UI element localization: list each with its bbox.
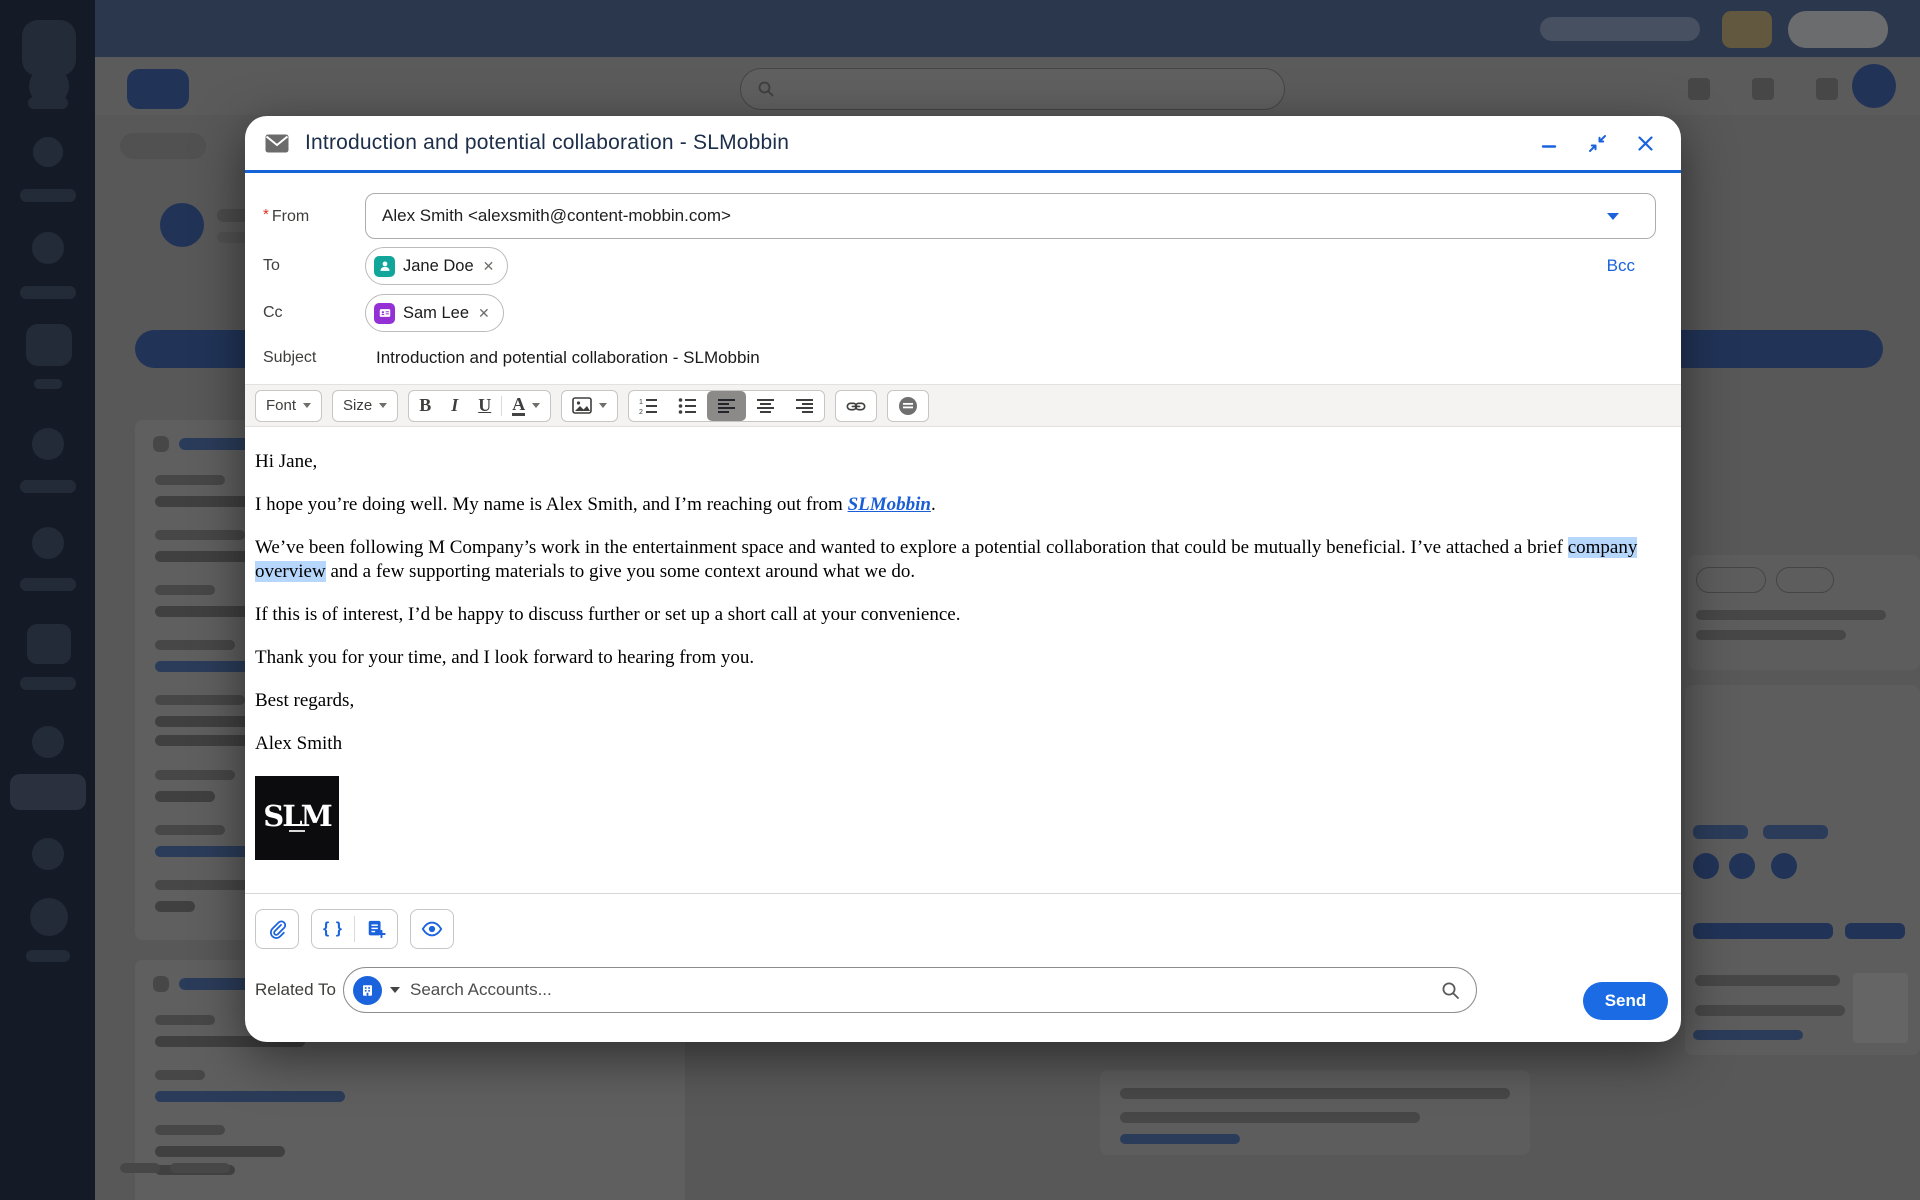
chevron-down-icon[interactable] [390, 987, 400, 993]
envelope-icon [265, 134, 289, 153]
chevron-down-icon [303, 403, 311, 408]
from-row: *From Alex Smith <alexsmith@content-mobb… [245, 193, 1656, 239]
insert-template-button[interactable] [355, 910, 397, 948]
email-compose-modal: Introduction and potential collaboration… [245, 116, 1681, 1042]
cc-row: Cc Sam Lee ✕ [245, 294, 1656, 332]
body-paragraph: Best regards, [255, 689, 1655, 713]
compose-header: Introduction and potential collaboration… [245, 116, 1681, 173]
from-label: *From [245, 206, 365, 226]
svg-text:2: 2 [639, 409, 643, 415]
text-color-button[interactable]: A [502, 391, 550, 421]
insert-image-button[interactable] [561, 390, 618, 422]
related-to-row: Related To Search Accounts... Send [255, 960, 1681, 1020]
required-asterisk: * [263, 206, 269, 223]
from-select[interactable]: Alex Smith <alexsmith@content-mobbin.com… [365, 193, 1656, 239]
cc-chip[interactable]: Sam Lee ✕ [365, 294, 504, 332]
richtext-toolbar: Font Size B I U A [245, 384, 1681, 427]
preview-button[interactable] [410, 909, 454, 949]
email-body-editor[interactable]: Hi Jane, I hope you’re doing well. My na… [245, 427, 1681, 893]
align-center-button[interactable] [746, 391, 785, 421]
body-paragraph: Thank you for your time, and I look forw… [255, 646, 1655, 670]
from-value: Alex Smith <alexsmith@content-mobbin.com… [382, 206, 731, 226]
body-paragraph: Alex Smith [255, 732, 1655, 756]
subject-row: Subject Introduction and potential colla… [245, 345, 1656, 371]
bold-button[interactable]: B [409, 391, 441, 421]
related-to-lookup[interactable]: Search Accounts... [343, 967, 1477, 1013]
search-accounts-input[interactable]: Search Accounts... [410, 980, 1441, 1000]
svg-text:1: 1 [639, 399, 643, 406]
compose-form: *From Alex Smith <alexsmith@content-mobb… [245, 173, 1681, 371]
attach-file-button[interactable] [255, 909, 299, 949]
cc-label: Cc [245, 304, 365, 322]
paperclip-icon [267, 919, 287, 939]
italic-button[interactable]: I [441, 391, 468, 421]
chevron-down-icon [379, 403, 387, 408]
window-controls [1539, 116, 1655, 170]
chevron-down-icon [1607, 213, 1619, 220]
bullet-list-button[interactable] [668, 391, 707, 421]
close-icon[interactable] [1635, 133, 1655, 153]
image-icon [572, 397, 592, 414]
eye-icon [421, 920, 443, 938]
slmobbin-link[interactable]: SLMobbin [848, 494, 931, 515]
bcc-link[interactable]: Bcc [1607, 256, 1635, 276]
size-select[interactable]: Size [332, 390, 398, 422]
numbered-list-button[interactable]: 12 [629, 391, 668, 421]
font-select[interactable]: Font [255, 390, 322, 422]
subject-label: Subject [245, 349, 365, 367]
send-button[interactable]: Send [1583, 982, 1668, 1020]
search-icon [1441, 981, 1460, 1000]
to-row: To Jane Doe ✕ Bcc [245, 247, 1656, 285]
subject-value[interactable]: Introduction and potential collaboration… [365, 348, 760, 368]
account-object-icon[interactable] [353, 976, 382, 1005]
related-to-label: Related To [255, 980, 343, 1000]
merge-template-group: { } [311, 909, 398, 949]
body-paragraph: If this is of interest, I’d be happy to … [255, 603, 1655, 627]
compose-footer: { } [245, 893, 1681, 1020]
screen: Introduction and potential collaboration… [0, 0, 1920, 1200]
align-left-button[interactable] [707, 391, 746, 421]
compose-title: Introduction and potential collaboration… [305, 131, 789, 155]
signature-logo-subline [289, 830, 305, 832]
insert-link-button[interactable] [835, 390, 877, 422]
signature-logo-text: SLM [263, 804, 330, 828]
body-paragraph: Hi Jane, [255, 450, 1655, 474]
person-icon [374, 256, 395, 277]
chevron-down-icon [532, 403, 540, 408]
quote-button[interactable] [887, 390, 929, 422]
align-right-button[interactable] [785, 391, 824, 421]
list-align-group: 12 [628, 390, 825, 422]
format-group: B I U A [408, 390, 551, 422]
recipient-chip[interactable]: Jane Doe ✕ [365, 247, 508, 285]
link-icon [846, 397, 866, 415]
body-paragraph: I hope you’re doing well. My name is Ale… [255, 493, 1655, 517]
contact-card-icon [374, 303, 395, 324]
chevron-down-icon [599, 403, 607, 408]
template-doc-plus-icon [366, 919, 386, 939]
underline-button[interactable]: U [468, 391, 501, 421]
merge-field-button[interactable]: { } [312, 910, 354, 948]
remove-recipient-icon[interactable]: ✕ [483, 258, 495, 275]
cc-name: Sam Lee [403, 304, 469, 323]
signature-logo: SLM [255, 776, 339, 860]
quote-bubble-icon [898, 396, 918, 416]
to-label: To [245, 257, 365, 275]
minimize-icon[interactable] [1539, 133, 1559, 153]
restore-window-icon[interactable] [1587, 133, 1607, 153]
footer-actions: { } [255, 909, 1681, 949]
remove-cc-icon[interactable]: ✕ [478, 305, 490, 322]
recipient-name: Jane Doe [403, 257, 474, 276]
body-paragraph: We’ve been following M Company’s work in… [255, 536, 1655, 584]
